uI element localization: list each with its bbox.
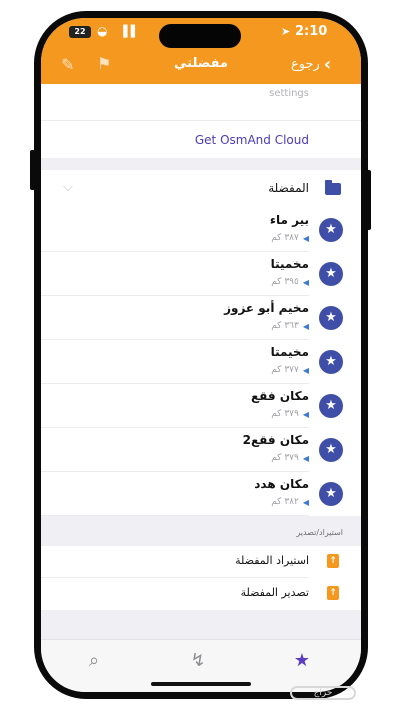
section-label: استيراد/تصدير	[296, 528, 343, 537]
export-favorites-button[interactable]: تصدير المفضلة ↑	[41, 578, 361, 610]
watermark-logo: حراج	[290, 686, 356, 700]
chevron-left-icon: ‹	[323, 54, 332, 75]
favorite-name: مكان فقع2	[242, 433, 309, 447]
star-icon: ★	[319, 218, 343, 242]
dynamic-island	[159, 24, 241, 48]
favorites-list: settings Get OsmAnd Cloud ⌵ المفضلة بير …	[41, 84, 361, 610]
home-indicator[interactable]	[151, 682, 251, 686]
volume-button	[30, 150, 35, 190]
pencil-icon[interactable]: ✎	[61, 55, 74, 74]
favorite-distance: ◀ ٣٧٩ كم	[271, 453, 309, 463]
favorite-name: مكان هدد	[254, 477, 309, 491]
map-search-icon[interactable]: ⌕	[79, 648, 109, 674]
signal-icon: ▐▐	[119, 25, 135, 38]
back-label: رجوع	[291, 57, 320, 72]
favorites-folder-row[interactable]: ⌵ المفضلة	[41, 170, 361, 208]
folder-label: المفضلة	[268, 181, 309, 195]
folder-icon	[325, 180, 341, 195]
power-button	[366, 170, 371, 230]
header: 22 ◒ ▐▐ ➤ 2:10 ✎ ⚑ مفضلتي رجوع ‹	[41, 18, 361, 84]
favorite-distance: ◀ ٣٨٢ كم	[271, 497, 309, 507]
favorite-distance: ◀ ٣٨٧ كم	[271, 233, 309, 243]
favorite-name: مخيمتا	[270, 345, 309, 359]
direction-arrow-icon: ◀	[302, 497, 309, 507]
favorite-name: بير ماء	[269, 213, 309, 227]
clock: 2:10	[295, 24, 328, 39]
favorite-name: مخميتا	[270, 257, 309, 271]
favorite-item[interactable]: مكان فقع ◀ ٣٧٩ كم ★	[41, 384, 361, 428]
direction-arrow-icon: ◀	[302, 409, 309, 419]
star-icon: ★	[319, 306, 343, 330]
import-favorites-button[interactable]: استيراد المفضلة ↑	[41, 546, 361, 578]
share-icon: ↑	[327, 554, 339, 568]
app-screen: 22 ◒ ▐▐ ➤ 2:10 ✎ ⚑ مفضلتي رجوع ‹ setting…	[41, 18, 361, 692]
favorite-item[interactable]: مخميتا ◀ ٣٩٥ كم ★	[41, 252, 361, 296]
star-icon: ★	[319, 262, 343, 286]
favorite-item[interactable]: مخيم أبو عزوز ◀ ٣٦٣ كم ★	[41, 296, 361, 340]
star-icon: ★	[319, 394, 343, 418]
navigation-bar: ✎ ⚑ مفضلتي رجوع ‹	[41, 50, 361, 82]
back-button[interactable]: رجوع ‹	[291, 54, 331, 75]
battery-indicator: 22	[69, 26, 91, 38]
favorite-name: مخيم أبو عزوز	[224, 301, 309, 315]
wifi-icon: ◒	[97, 24, 108, 38]
star-icon[interactable]: ★	[287, 648, 317, 674]
star-icon: ★	[319, 438, 343, 462]
settings-row[interactable]: settings	[41, 84, 361, 120]
settings-label: settings	[269, 88, 309, 99]
direction-arrow-icon: ◀	[302, 233, 309, 243]
page-title: مفضلتي	[174, 56, 228, 71]
share-icon: ↑	[327, 586, 339, 600]
direction-arrow-icon: ◀	[302, 277, 309, 287]
favorite-item[interactable]: بير ماء ◀ ٣٨٧ كم ★	[41, 208, 361, 252]
chevron-down-icon[interactable]: ⌵	[63, 180, 73, 195]
direction-arrow-icon: ◀	[302, 321, 309, 331]
star-icon: ★	[319, 350, 343, 374]
star-icon: ★	[319, 482, 343, 506]
favorite-item[interactable]: مكان هدد ◀ ٣٨٢ كم ★	[41, 472, 361, 516]
import-favorites-label: استيراد المفضلة	[235, 554, 309, 567]
status-bar: 22 ◒ ▐▐ ➤ 2:10	[41, 18, 361, 48]
export-favorites-label: تصدير المفضلة	[240, 586, 309, 599]
favorite-item[interactable]: مخيمتا ◀ ٣٧٧ كم ★	[41, 340, 361, 384]
routes-icon[interactable]: ↯	[183, 648, 213, 674]
favorite-item[interactable]: مكان فقع2 ◀ ٣٧٩ كم ★	[41, 428, 361, 472]
favorite-distance: ◀ ٣٧٧ كم	[271, 365, 309, 375]
import-export-header: استيراد/تصدير	[41, 516, 361, 546]
location-arrow-icon: ➤	[281, 25, 291, 38]
osmand-cloud-row[interactable]: Get OsmAnd Cloud	[41, 120, 361, 158]
favorite-name: مكان فقع	[250, 389, 309, 403]
osmand-cloud-link[interactable]: Get OsmAnd Cloud	[195, 133, 309, 147]
favorite-distance: ◀ ٣٩٥ كم	[271, 277, 309, 287]
favorite-distance: ◀ ٣٦٣ كم	[271, 321, 309, 331]
favorite-distance: ◀ ٣٧٩ كم	[271, 409, 309, 419]
signpost-icon[interactable]: ⚑	[97, 54, 111, 73]
direction-arrow-icon: ◀	[302, 453, 309, 463]
direction-arrow-icon: ◀	[302, 365, 309, 375]
